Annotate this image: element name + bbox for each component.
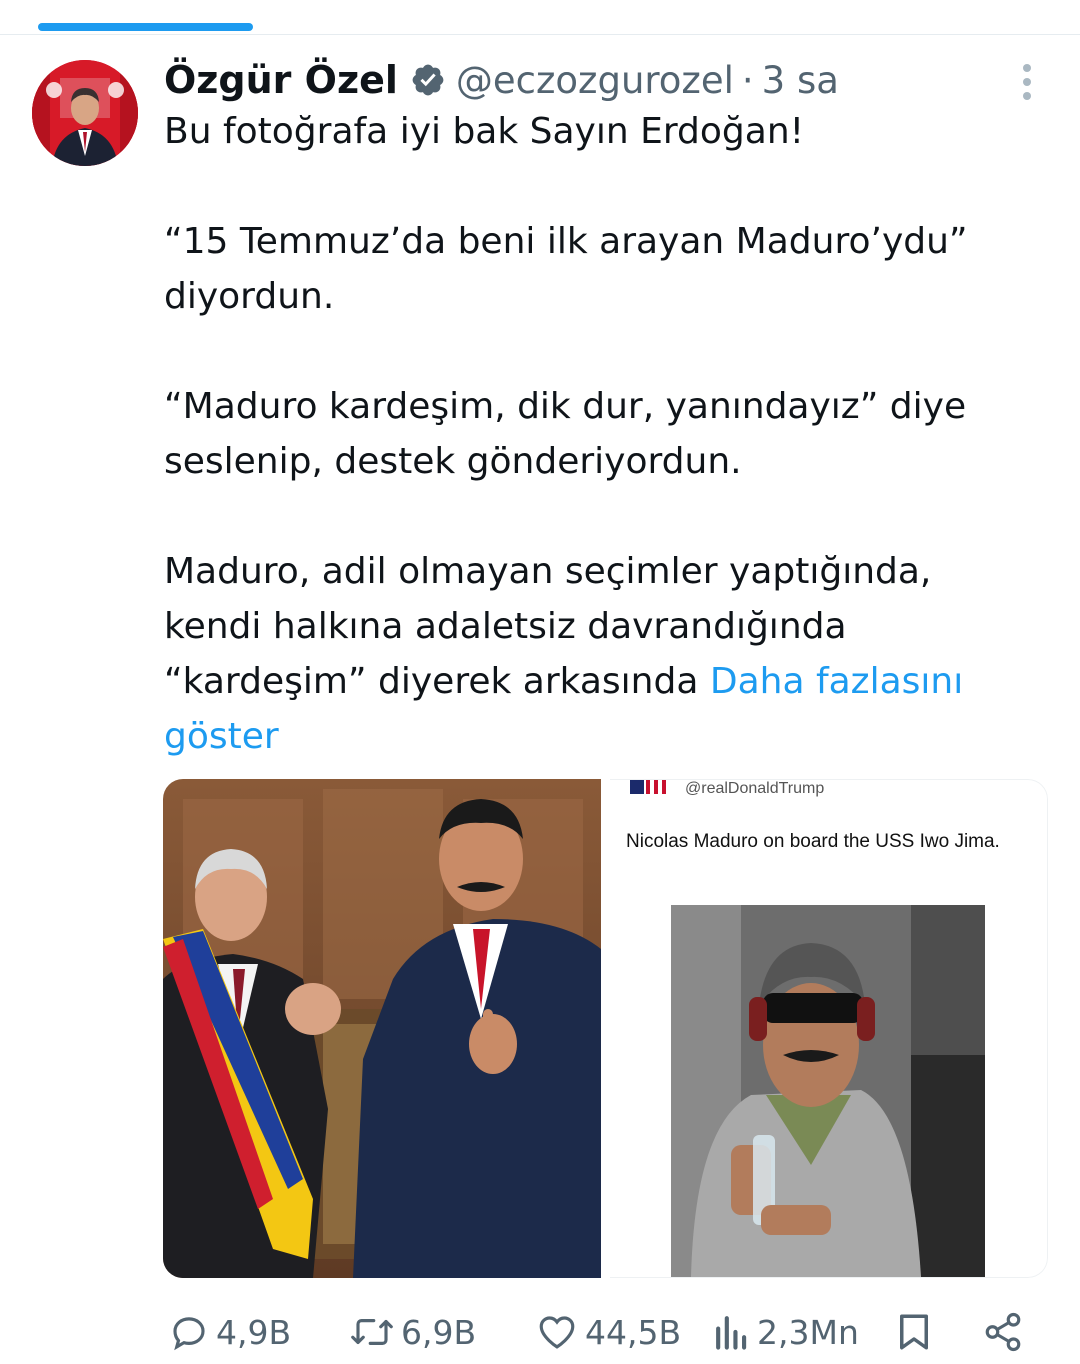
tweet-text-fragment: “kardeşim” diyerek arkasında [164, 661, 710, 702]
tweet-text-line: Maduro, adil olmayan seçimler yaptığında… [164, 551, 932, 592]
bookmark-icon [900, 1314, 928, 1350]
photo-erdogan-maduro[interactable] [163, 779, 601, 1278]
separator-dot: · [741, 58, 754, 102]
divider [0, 34, 1080, 35]
share-button[interactable] [982, 1308, 1024, 1356]
reply-count: 4,9B [216, 1312, 292, 1352]
retweet-count: 6,9B [401, 1312, 477, 1352]
tweet-text-line: “Maduro kardeşim, dik dur, yanındayız” d… [164, 386, 967, 427]
tweet-text-line: seslenip, destek gönderiyordun. [164, 441, 742, 482]
tweet-text: Bu fotoğrafa iyi bak Sayın Erdoğan! “15 … [164, 104, 1044, 764]
show-more-link[interactable]: Daha fazlasını [710, 661, 963, 702]
avatar[interactable] [32, 60, 138, 166]
views-count: 2,3Mn [757, 1312, 859, 1352]
show-more-link-continued[interactable]: göster [164, 716, 279, 757]
tweet-header: Özgür Özel @eczozgurozel · 3 sa [164, 52, 839, 108]
tweet-text-line: Bu fotoğrafa iyi bak Sayın Erdoğan! [164, 111, 805, 152]
display-name[interactable]: Özgür Özel [164, 58, 398, 102]
retweet-icon [351, 1319, 393, 1345]
verified-badge-icon [410, 62, 446, 98]
author-handle[interactable]: @eczozgurozel [456, 59, 734, 102]
embed-handle: @realDonaldTrump [685, 780, 825, 797]
reply-button[interactable]: 4,9B [168, 1308, 291, 1356]
tweet-text-line: “15 Temmuz’da beni ilk arayan Maduro’ydu… [164, 221, 968, 262]
share-icon [985, 1312, 1021, 1352]
bookmark-button[interactable] [896, 1308, 932, 1356]
action-bar: 4,9B 6,9B 44,5B 2,3Mn [0, 1300, 1080, 1364]
reply-icon [173, 1317, 205, 1351]
flag-avatar-icon [626, 780, 670, 798]
embed-photo [671, 905, 985, 1277]
progress-bar [38, 23, 253, 31]
tweet-text-line: diyordun. [164, 276, 335, 317]
views-chart-icon [716, 1316, 747, 1350]
embed-text: Nicolas Maduro on board the USS Iwo Jima… [626, 831, 1000, 852]
heart-icon [539, 1316, 575, 1349]
embedded-post-screenshot[interactable]: @realDonaldTrump Nicolas Maduro on board… [610, 779, 1048, 1278]
like-button[interactable]: 44,5B [535, 1308, 681, 1356]
media-grid: @realDonaldTrump Nicolas Maduro on board… [163, 779, 1048, 1278]
retweet-button[interactable]: 6,9B [349, 1308, 476, 1356]
views-button[interactable]: 2,3Mn [713, 1308, 859, 1356]
tweet-text-line: göster [164, 709, 1044, 764]
tweet-text-line: “kardeşim” diyerek arkasında Daha fazlas… [164, 654, 1044, 709]
timestamp[interactable]: 3 sa [762, 59, 839, 102]
more-options-icon[interactable] [1012, 62, 1042, 102]
like-count: 44,5B [585, 1312, 682, 1352]
tweet-text-line: kendi halkına adaletsiz davrandığında [164, 606, 847, 647]
